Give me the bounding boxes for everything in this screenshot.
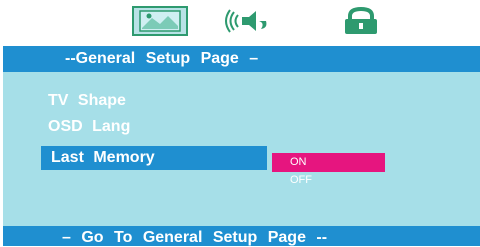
footer-hint: – Go To General Setup Page -- [62,229,328,246]
top-tab-bar [0,0,480,42]
menu-item-tv-shape[interactable]: TV Shape [48,92,126,110]
option-off[interactable]: OFF [290,174,312,186]
menu-item-last-memory[interactable]: Last Memory [41,146,267,170]
audio-icon [225,9,267,33]
tab-lock-setup[interactable] [338,6,384,36]
lock-icon [345,6,377,34]
menu-item-label: Last Memory [51,149,155,166]
option-on-label: ON [290,156,307,168]
option-on[interactable]: ON [272,153,385,172]
page-header: --General Setup Page – [3,46,480,72]
tab-picture-setup[interactable] [132,6,188,36]
page-title: --General Setup Page – [65,50,259,67]
menu-item-osd-lang[interactable]: OSD Lang [48,118,130,136]
picture-icon [132,6,188,36]
tab-audio-setup[interactable] [222,6,272,36]
settings-panel: TV Shape OSD Lang Last Memory ON OFF [3,72,480,226]
footer-hint-bar: – Go To General Setup Page -- [3,226,480,246]
